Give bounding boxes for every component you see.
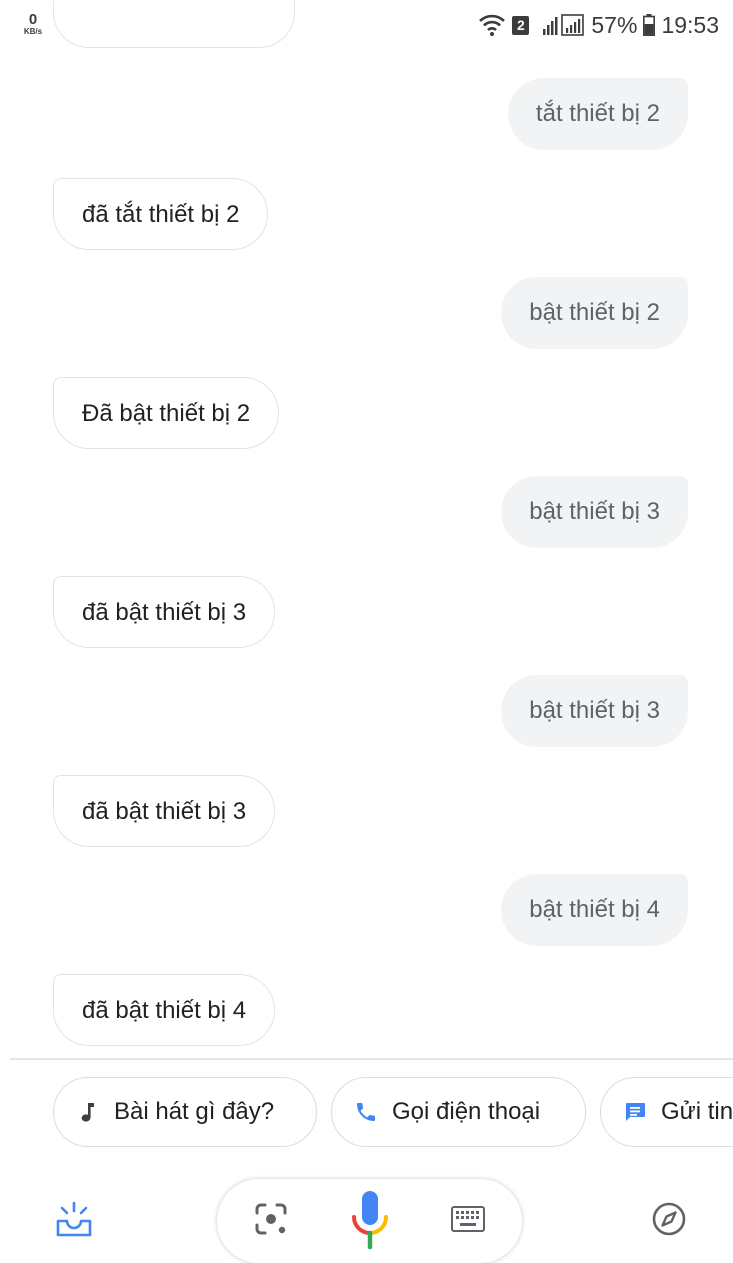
assistant-screen: tắt thiết bị 2 đã tắt thiết bị 2 bật thi… [0, 0, 733, 1263]
music-note-icon [74, 1098, 102, 1126]
status-bar: 0 KB/s 2 57% 19:53 [0, 0, 733, 50]
microphone-icon [350, 1189, 390, 1256]
wifi-icon [478, 13, 506, 37]
suggestion-chip-song[interactable]: Bài hát gì đây? [53, 1077, 317, 1147]
suggestion-chip-message[interactable]: Gửi tin [600, 1077, 733, 1147]
assistant-message: Đã bật thiết bị 2 [53, 377, 280, 449]
input-controls [217, 1179, 522, 1263]
keyboard-button[interactable] [446, 1199, 490, 1243]
lens-icon [253, 1201, 289, 1242]
microphone-button[interactable] [345, 1189, 395, 1255]
suggestion-chips: Bài hát gì đây? Gọi điện thoại Gửi tin [0, 1077, 733, 1147]
lens-button[interactable] [249, 1199, 293, 1243]
sim-slot-badge: 2 [512, 15, 530, 35]
battery-percent: 57% [591, 11, 638, 38]
user-message: tắt thiết bị 2 [507, 78, 688, 150]
keyboard-icon [451, 1205, 485, 1237]
assistant-message: đã bật thiết bị 4 [53, 974, 276, 1046]
signal-icon [541, 14, 585, 36]
bottom-bar [0, 1175, 733, 1263]
conversation: tắt thiết bị 2 đã tắt thiết bị 2 bật thi… [0, 0, 733, 1058]
network-speed-unit: KB/s [23, 27, 43, 36]
user-message: bật thiết bị 3 [501, 675, 688, 747]
explore-compass-icon [651, 1201, 687, 1242]
status-icons: 2 57% 19:53 [478, 10, 719, 40]
divider [10, 1058, 733, 1060]
suggestion-chip-label: Gọi điện thoại [392, 1098, 541, 1125]
network-speed-value: 0 [28, 11, 38, 28]
phone-icon [352, 1098, 380, 1126]
updates-inbox-icon [54, 1199, 94, 1244]
assistant-message: đã tắt thiết bị 2 [53, 178, 269, 250]
battery-icon [643, 14, 656, 36]
message-icon [621, 1098, 649, 1126]
suggestion-chip-call[interactable]: Gọi điện thoại [331, 1077, 586, 1147]
user-message: bật thiết bị 4 [501, 874, 688, 946]
assistant-message: đã bật thiết bị 3 [53, 576, 276, 648]
updates-button[interactable] [50, 1197, 98, 1245]
suggestion-chip-label: Bài hát gì đây? [114, 1098, 275, 1125]
user-message: bật thiết bị 3 [501, 476, 688, 548]
explore-button[interactable] [645, 1197, 693, 1245]
clock-time: 19:53 [661, 11, 719, 38]
suggestion-chip-label: Gửi tin [661, 1098, 733, 1125]
network-speed: 0 KB/s [18, 12, 48, 36]
assistant-message: đã bật thiết bị 3 [53, 775, 276, 847]
user-message: bật thiết bị 2 [501, 277, 688, 349]
